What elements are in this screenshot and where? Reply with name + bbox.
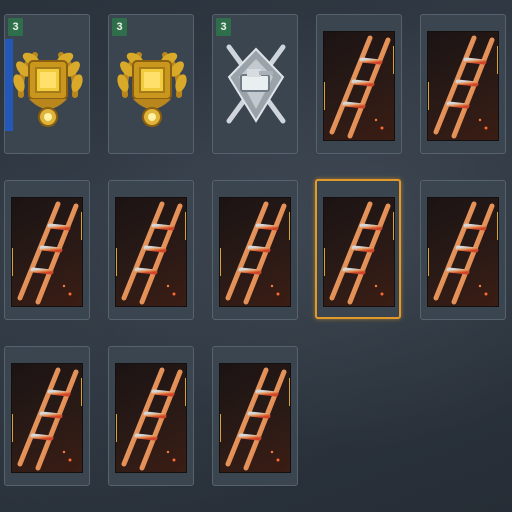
ladder-card [11,363,83,473]
inventory-slot-5[interactable] [420,14,506,154]
inventory-slot-3[interactable]: 3 [212,14,298,154]
ladder-icon [329,35,391,139]
inventory-slot-9-selected[interactable] [315,179,401,319]
ladder-icon [433,35,495,139]
inventory-slot-8[interactable] [212,180,298,320]
ladder-icon [329,201,391,305]
ladder-card [11,197,83,307]
inventory-slot-10[interactable] [420,180,506,320]
ladder-icon [17,201,79,305]
inventory-slot-1[interactable]: 3 [4,14,90,154]
ladder-card [323,197,395,307]
inventory-slot-11[interactable] [4,346,90,486]
item-count-badge: 3 [8,18,23,36]
ladder-card [115,363,187,473]
inventory-slot-12[interactable] [108,346,194,486]
ladder-icon [225,367,287,471]
item-count-badge: 3 [112,18,127,36]
ladder-card [427,197,499,307]
silver-crossed-swords-badge-icon [226,44,286,124]
gold-laurel-medal-icon [13,52,83,127]
inventory-slot-13[interactable] [212,346,298,486]
ladder-icon [433,201,495,305]
ladder-icon [121,367,183,471]
ladder-icon [17,367,79,471]
inventory-grid: 3 3 3 [0,0,512,512]
ladder-icon [121,201,183,305]
inventory-slot-4[interactable] [316,14,402,154]
ladder-card [115,197,187,307]
ladder-card [219,363,291,473]
ladder-icon [225,201,287,305]
inventory-slot-2[interactable]: 3 [108,14,194,154]
item-count-badge: 3 [216,18,231,36]
ladder-card [219,197,291,307]
inventory-slot-6[interactable] [4,180,90,320]
ladder-card [323,31,395,141]
inventory-slot-7[interactable] [108,180,194,320]
gold-laurel-medal-icon [117,52,187,127]
ladder-card [427,31,499,141]
